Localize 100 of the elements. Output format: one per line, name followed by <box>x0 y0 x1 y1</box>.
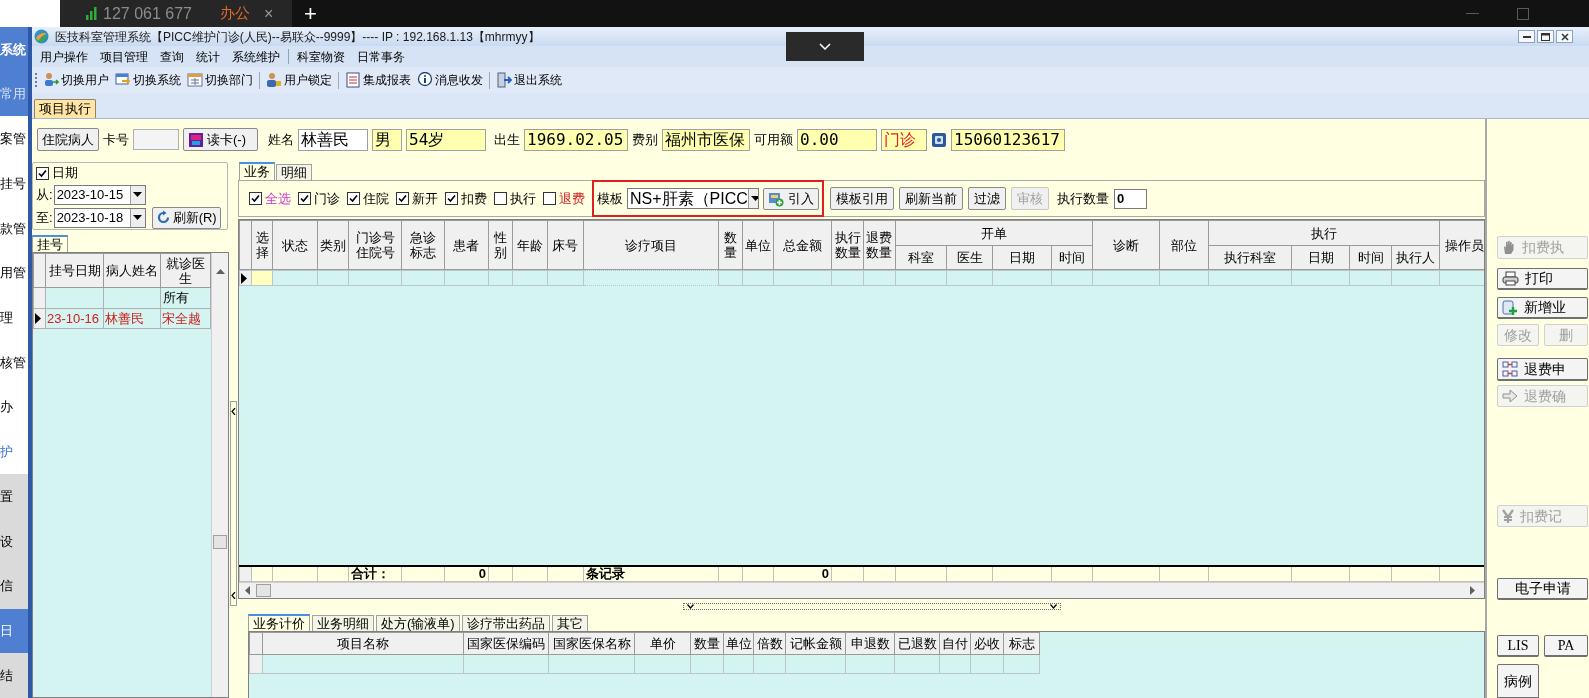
age-field[interactable]: 54岁 <box>406 128 486 151</box>
column-header[interactable]: 倍数 <box>753 632 786 655</box>
column-header[interactable]: 已退数 <box>894 632 940 655</box>
column-header[interactable]: 单位 <box>723 632 754 655</box>
toolbar-button[interactable]: 切换部门 <box>184 71 256 89</box>
column-header[interactable]: 诊断 <box>1092 220 1160 270</box>
table-cell[interactable]: 林善民 <box>103 308 161 329</box>
toolbar-button[interactable]: 集成报表 <box>342 71 414 89</box>
page-tab[interactable]: 项目执行 <box>34 99 96 118</box>
visit-type-field[interactable]: 门诊 <box>881 128 927 151</box>
checkbox[interactable] <box>396 192 409 205</box>
tab[interactable]: 业务计价 <box>248 614 310 631</box>
template-dropdown[interactable]: NS+肝素（PICC <box>627 188 759 209</box>
current-cell[interactable] <box>251 270 273 286</box>
sidebar-item[interactable]: 用管 <box>0 263 26 283</box>
sex-field[interactable]: 男 <box>372 128 402 151</box>
column-header[interactable]: 标志 <box>1003 632 1040 655</box>
column-header[interactable]: 自付 <box>939 632 971 655</box>
checkbox[interactable] <box>347 192 360 205</box>
tab[interactable]: 业务明细 <box>312 615 374 631</box>
side-button[interactable]: LIS <box>1497 635 1539 657</box>
toolbar-button[interactable]: 切换用户 <box>40 71 112 89</box>
column-header[interactable]: 状态 <box>272 220 318 270</box>
patient-type-button[interactable]: 住院病人 <box>37 128 99 151</box>
column-header[interactable]: 年龄 <box>512 220 548 270</box>
menu-item[interactable]: 用户操作 <box>34 47 94 66</box>
filter-cell[interactable]: 所有 <box>160 287 211 308</box>
table-cell[interactable]: 宋全越 <box>160 308 211 329</box>
column-header[interactable]: 选择 <box>251 220 273 270</box>
minimize-icon[interactable] <box>1466 12 1479 15</box>
date-dropdown[interactable]: 2023-10-18 <box>53 207 146 228</box>
column-header[interactable]: 总金额 <box>773 220 832 270</box>
column-header[interactable]: 患者 <box>444 220 489 270</box>
column-header[interactable]: 门诊号住院号 <box>348 220 402 270</box>
column-header[interactable]: 挂号日期 <box>45 253 104 288</box>
tab[interactable]: 诊疗带出药品 <box>461 615 550 631</box>
scroll-thumb[interactable] <box>256 584 271 597</box>
close-button[interactable] <box>1556 30 1573 43</box>
tab[interactable]: 业务 <box>239 162 275 180</box>
side-button[interactable]: 电子申请 <box>1497 578 1588 600</box>
column-header[interactable]: 记帐金额 <box>785 632 846 655</box>
checkbox[interactable] <box>494 192 507 205</box>
sidebar-item[interactable]: 理 <box>0 308 13 328</box>
column-header[interactable]: 床号 <box>547 220 584 270</box>
side-button[interactable]: 打印 <box>1497 268 1588 290</box>
birth-date-field[interactable]: 1969.02.05 <box>524 128 628 151</box>
exec-count-field[interactable]: 0 <box>1114 188 1147 209</box>
side-button[interactable]: 退费申 <box>1497 358 1588 381</box>
sidebar-item[interactable]: 挂号 <box>0 173 26 194</box>
column-header[interactable]: 退费数量 <box>863 220 896 270</box>
column-header[interactable]: 急诊标志 <box>401 220 445 270</box>
menu-item[interactable]: 项目管理 <box>94 47 154 66</box>
restore-button[interactable] <box>1537 30 1554 43</box>
side-button[interactable]: 病例 <box>1497 664 1539 698</box>
tab[interactable]: 其它 <box>551 615 588 631</box>
close-button[interactable]: × <box>264 1 274 26</box>
date-dropdown[interactable]: 2023-10-15 <box>53 184 146 205</box>
menu-item[interactable]: 日常事务 <box>351 47 411 66</box>
sidebar-item[interactable]: 办 <box>0 397 13 417</box>
action-button[interactable]: 过滤 <box>968 187 1006 210</box>
column-header[interactable]: 执行数量 <box>831 220 864 270</box>
checkbox[interactable] <box>445 192 458 205</box>
toolbar-button[interactable]: 消息收发 <box>414 71 486 89</box>
column-header[interactable]: 项目名称 <box>262 632 464 655</box>
column-header[interactable]: 部位 <box>1159 220 1209 270</box>
table-cell[interactable]: 23-10-16 <box>45 308 104 329</box>
checkbox[interactable] <box>543 192 556 205</box>
checkbox[interactable] <box>298 192 311 205</box>
card-number-field[interactable] <box>133 129 179 150</box>
checkbox[interactable] <box>249 192 262 205</box>
scroll-up-icon[interactable] <box>216 268 225 274</box>
column-header[interactable]: 性别 <box>488 220 513 270</box>
registration-tab[interactable]: 挂号 <box>32 235 68 252</box>
column-header[interactable]: 数量 <box>718 220 743 270</box>
toolbar-button[interactable]: 切换系统 <box>112 71 184 89</box>
side-button[interactable]: 新增业 <box>1497 297 1588 319</box>
scroll-thumb[interactable] <box>213 535 227 549</box>
fee-type-field[interactable]: 福州市医保 <box>662 128 750 151</box>
device-icon[interactable] <box>931 131 947 148</box>
vertical-scrollbar[interactable] <box>211 253 228 697</box>
import-button[interactable]: 引入 <box>763 187 819 210</box>
column-header[interactable]: 单位 <box>742 220 773 270</box>
tab[interactable]: 处方(输液单) <box>376 615 460 631</box>
name-field[interactable]: 林善民 <box>298 128 368 151</box>
scroll-left-icon[interactable] <box>244 586 250 595</box>
scroll-right-icon[interactable] <box>1470 586 1476 595</box>
balance-field[interactable]: 0.00 <box>797 128 877 151</box>
column-header[interactable]: 单价 <box>634 632 691 655</box>
column-header[interactable]: 类别 <box>317 220 349 270</box>
new-tab-button[interactable]: + <box>304 2 317 25</box>
tab[interactable]: 明细 <box>276 164 312 180</box>
menu-item[interactable]: 系统维护 <box>226 47 286 66</box>
toolbar-button[interactable]: 退出系统 <box>493 71 565 89</box>
sidebar-item[interactable]: 核管 <box>0 352 26 373</box>
tab-title[interactable]: 办公 <box>220 2 250 25</box>
column-header[interactable]: 申退数 <box>845 632 895 655</box>
side-button[interactable]: PA <box>1544 635 1588 657</box>
toolbar-button[interactable]: 用户锁定 <box>263 71 335 89</box>
minimize-button[interactable] <box>1518 30 1535 43</box>
menu-item[interactable]: 统计 <box>190 47 226 66</box>
